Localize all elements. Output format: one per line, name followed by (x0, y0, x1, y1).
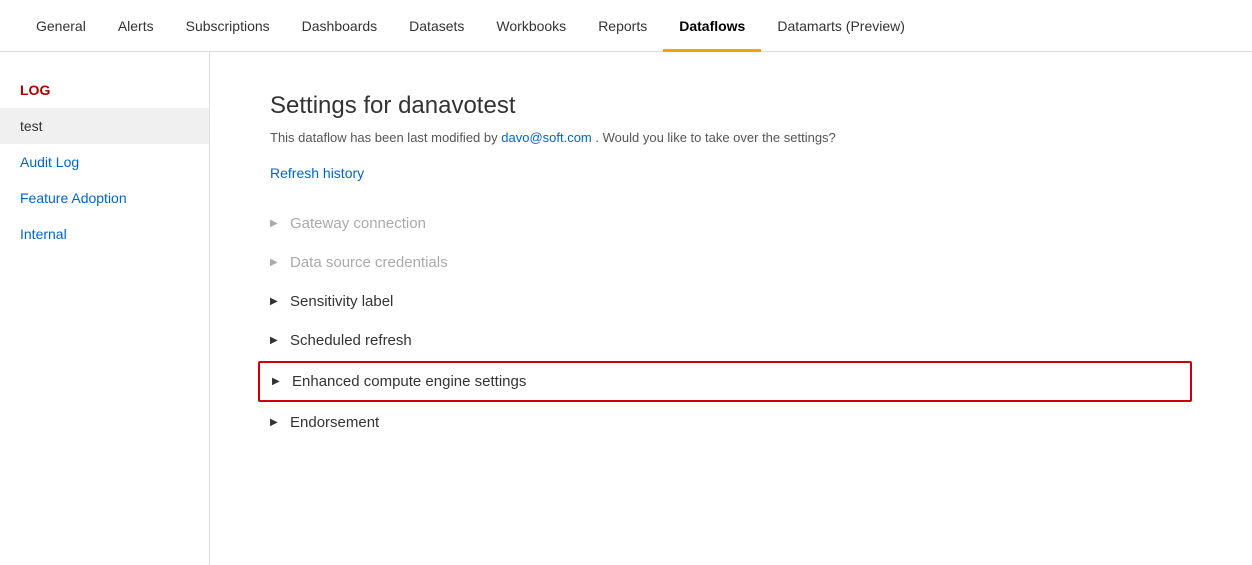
accordion-arrow-2: ▶ (270, 296, 286, 307)
accordion-item-enhanced-compute-engine-settings[interactable]: ▶ Enhanced compute engine settings (258, 361, 1192, 402)
sidebar-item-log[interactable]: LOG (0, 72, 209, 108)
accordion-item-sensitivity-label[interactable]: ▶ Sensitivity label (270, 283, 1192, 320)
accordion-arrow-0: ▶ (270, 218, 286, 229)
accordion-arrow-5: ▶ (270, 417, 286, 428)
sidebar-item-test[interactable]: test (0, 108, 209, 144)
sidebar-item-audit-log[interactable]: Audit Log (0, 144, 209, 180)
accordion-arrow-4: ▶ (272, 376, 288, 387)
accordion-arrow-3: ▶ (270, 335, 286, 346)
sidebar-item-feature-adoption[interactable]: Feature Adoption (0, 180, 209, 216)
subtitle-before: This dataflow has been last modified by (270, 130, 501, 145)
top-nav-item-dashboards[interactable]: Dashboards (286, 0, 394, 52)
top-nav-item-reports[interactable]: Reports (582, 0, 663, 52)
main-layout: LOGtestAudit LogFeature AdoptionInternal… (0, 52, 1252, 565)
top-nav-item-general[interactable]: General (20, 0, 102, 52)
page-subtitle: This dataflow has been last modified by … (270, 130, 1192, 145)
sidebar-item-internal[interactable]: Internal (0, 216, 209, 252)
top-nav-item-alerts[interactable]: Alerts (102, 0, 170, 52)
accordion-label-2: Sensitivity label (290, 293, 393, 310)
main-content: Settings for danavotest This dataflow ha… (210, 52, 1252, 565)
sidebar: LOGtestAudit LogFeature AdoptionInternal (0, 52, 210, 565)
accordion-container: ▶ Gateway connection ▶ Data source credenti… (270, 205, 1192, 441)
accordion-arrow-1: ▶ (270, 257, 286, 268)
refresh-history-link[interactable]: Refresh history (270, 165, 364, 181)
page-title: Settings for danavotest (270, 92, 1192, 120)
accordion-item-data-source-credentials: ▶ Data source credentials (270, 244, 1192, 281)
accordion-label-0: Gateway connection (290, 215, 426, 232)
top-nav-item-dataflows[interactable]: Dataflows (663, 0, 761, 52)
accordion-label-3: Scheduled refresh (290, 332, 412, 349)
subtitle-email-link[interactable]: davo@soft.com (501, 130, 592, 145)
top-nav-item-datasets[interactable]: Datasets (393, 0, 480, 52)
accordion-label-4: Enhanced compute engine settings (292, 373, 526, 390)
top-nav-item-datamarts-preview[interactable]: Datamarts (Preview) (761, 0, 921, 52)
subtitle-after: . Would you like to take over the settin… (595, 130, 835, 145)
top-nav-item-workbooks[interactable]: Workbooks (480, 0, 582, 52)
accordion-item-scheduled-refresh[interactable]: ▶ Scheduled refresh (270, 322, 1192, 359)
accordion-label-1: Data source credentials (290, 254, 448, 271)
accordion-item-gateway-connection: ▶ Gateway connection (270, 205, 1192, 242)
accordion-item-endorsement[interactable]: ▶ Endorsement (270, 404, 1192, 441)
top-navigation: GeneralAlertsSubscriptionsDashboardsData… (0, 0, 1252, 52)
top-nav-item-subscriptions[interactable]: Subscriptions (170, 0, 286, 52)
accordion-label-5: Endorsement (290, 414, 379, 431)
